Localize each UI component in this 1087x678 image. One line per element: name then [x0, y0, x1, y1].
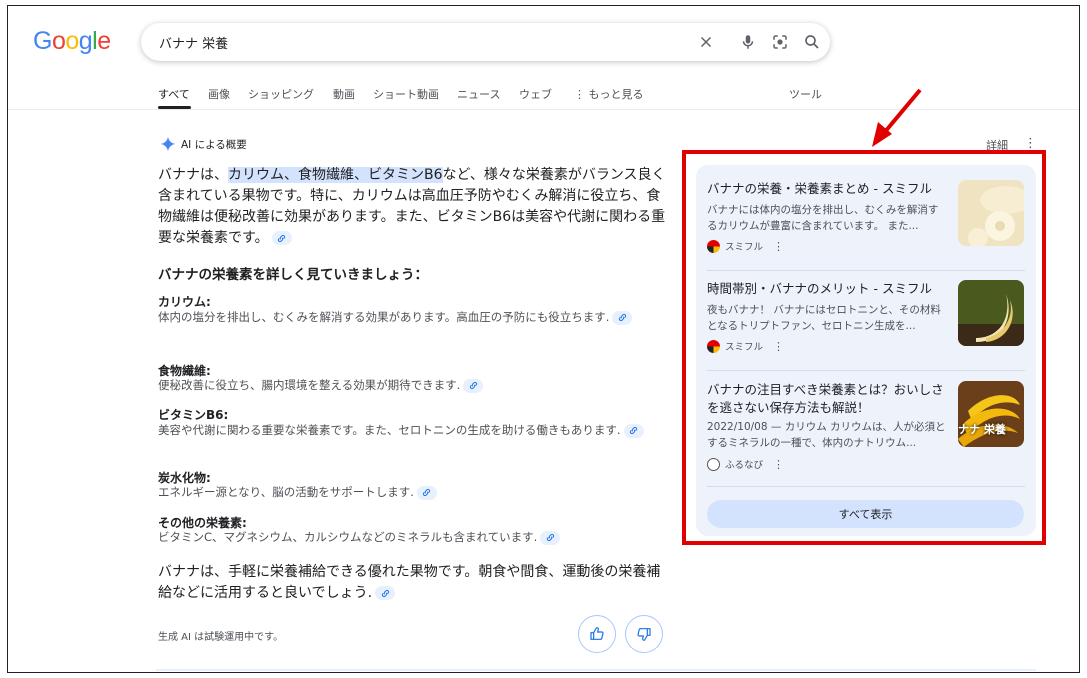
- nutrients-subheading: バナナの栄養素を詳しく見ていきましょう：: [158, 267, 428, 283]
- lens-camera-icon[interactable]: [770, 32, 790, 52]
- logo-letter: g: [78, 27, 93, 55]
- ai-overview-intro: バナナは、カリウム、食物繊維、ビタミンB6など、様々な栄養素がバランス良く含まれ…: [158, 165, 668, 249]
- thumbs-down-button[interactable]: [625, 615, 663, 653]
- section-divider: [156, 669, 1036, 671]
- thumbs-up-button[interactable]: [578, 615, 616, 653]
- generative-ai-note: 生成 AI は試験運用中です。: [158, 632, 284, 643]
- logo-letter: e: [97, 27, 111, 55]
- gemini-sparkle-icon: [160, 136, 176, 152]
- tab-all[interactable]: すべて: [158, 86, 190, 102]
- annotation-highlight-box: [682, 150, 1046, 545]
- source-link-icon[interactable]: [612, 310, 633, 325]
- tab-shopping[interactable]: ショッピング: [248, 86, 314, 102]
- more-options-icon[interactable]: ⋮: [1024, 136, 1037, 151]
- outro-text: バナナは、手軽に栄養補給できる優れた果物です。朝食や間食、運動後の栄養補給などに…: [158, 564, 661, 601]
- ai-overview-outro: バナナは、手軽に栄養補給できる優れた果物です。朝食や間食、運動後の栄養補給などに…: [158, 562, 668, 604]
- thumbs-down-icon: [637, 628, 651, 641]
- source-link-icon[interactable]: [271, 231, 292, 245]
- browser-frame: Google バナナ 栄養 すべて 画像 ショッピング 動画 ショート動画 ニュ…: [7, 5, 1080, 673]
- item-text: ビタミンC、マグネシウム、カルシウムなどのミネラルも含まれています.: [158, 530, 538, 544]
- google-logo[interactable]: Google: [33, 27, 111, 56]
- source-link-icon[interactable]: [375, 586, 396, 600]
- search-icon[interactable]: [802, 32, 822, 52]
- search-bar[interactable]: バナナ 栄養: [141, 23, 830, 61]
- item-text: 体内の塩分を排出し、むくみを解消する効果があります。高血圧の予防にも役立ちます.: [158, 310, 610, 324]
- tab-short-videos[interactable]: ショート動画: [373, 86, 439, 102]
- tab-images[interactable]: 画像: [208, 86, 230, 102]
- tab-news[interactable]: ニュース: [457, 86, 500, 102]
- tab-web[interactable]: ウェブ: [519, 86, 552, 102]
- source-link-icon[interactable]: [416, 485, 437, 500]
- intro-highlight: カリウム、食物繊維、ビタミンB6: [228, 167, 443, 183]
- header-divider: [8, 109, 1079, 110]
- item-body: 便秘改善に役立ち、腸内環境を整える効果が期待できます.: [158, 376, 668, 395]
- item-text: 便秘改善に役立ち、腸内環境を整える効果が期待できます.: [158, 378, 461, 392]
- item-body: 体内の塩分を排出し、むくみを解消する効果があります。高血圧の予防にも役立ちます.: [158, 308, 668, 327]
- logo-letter: G: [33, 27, 52, 55]
- logo-letter: o: [65, 27, 79, 55]
- logo-letter: o: [51, 27, 66, 55]
- item-body: ビタミンC、マグネシウム、カルシウムなどのミネラルも含まれています.: [158, 528, 668, 547]
- item-text: 美容や代謝に関わる重要な栄養素です。また、セロトニンの生成を助ける働きもあります…: [158, 423, 621, 437]
- tab-tools[interactable]: ツール: [789, 86, 822, 102]
- tab-videos[interactable]: 動画: [333, 86, 355, 102]
- source-link-icon[interactable]: [623, 423, 644, 438]
- thumbs-up-icon: [590, 627, 604, 640]
- source-link-icon[interactable]: [463, 378, 484, 393]
- microphone-icon[interactable]: [738, 32, 758, 52]
- item-text: エネルギー源となり、脳の活動をサポートします.: [158, 485, 414, 499]
- item-body: エネルギー源となり、脳の活動をサポートします.: [158, 483, 668, 502]
- item-body: 美容や代謝に関わる重要な栄養素です。また、セロトニンの生成を助ける働きもあります…: [158, 421, 668, 440]
- search-input[interactable]: バナナ 栄養: [159, 33, 228, 52]
- ai-overview-title: AI による概要: [181, 138, 247, 151]
- source-link-icon[interactable]: [540, 530, 561, 545]
- intro-text: バナナは、: [158, 167, 228, 183]
- close-icon[interactable]: [696, 32, 716, 52]
- tab-more[interactable]: ⋮ もっと見る: [574, 86, 644, 102]
- ai-overview-header: AI による概要: [160, 136, 247, 152]
